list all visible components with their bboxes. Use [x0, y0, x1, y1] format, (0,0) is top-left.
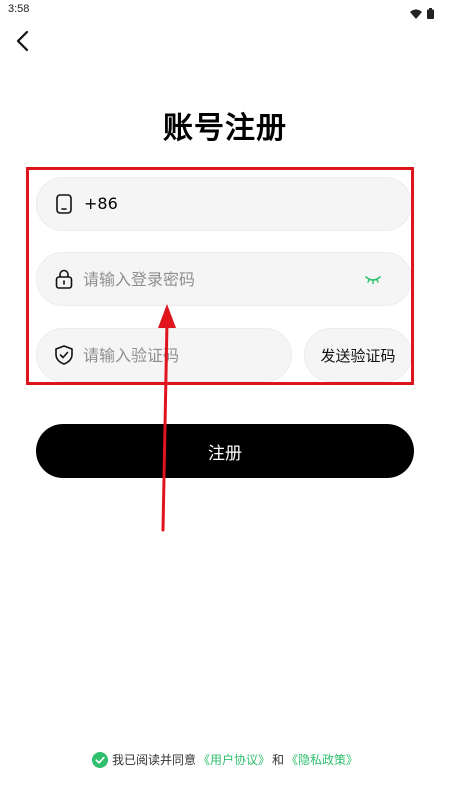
verification-code-field[interactable]: [36, 328, 292, 382]
phone-icon: [53, 193, 75, 215]
agreement: 我已阅读并同意 《用户协议》 和 《隐私政策》: [0, 751, 450, 768]
agreement-conjunction: 和: [272, 753, 285, 767]
register-button[interactable]: 注册: [36, 424, 414, 478]
status-time: 3:58: [8, 3, 30, 15]
shield-icon: [53, 344, 75, 366]
phone-field[interactable]: +86: [36, 177, 412, 231]
wifi-icon: [410, 4, 422, 23]
user-agreement-link[interactable]: 《用户协议》: [198, 751, 270, 768]
status-bar: 3:58: [0, 0, 450, 20]
chevron-left-icon: [15, 30, 31, 56]
check-circle-icon[interactable]: [91, 751, 108, 768]
send-code-button[interactable]: 发送验证码: [304, 328, 412, 382]
password-field[interactable]: [36, 252, 412, 306]
eye-closed-icon[interactable]: [363, 271, 383, 287]
verification-code-input[interactable]: [83, 342, 273, 368]
password-input[interactable]: [83, 266, 343, 292]
privacy-policy-link[interactable]: 《隐私政策》: [286, 751, 358, 768]
country-code[interactable]: +86: [84, 194, 118, 213]
battery-icon: [427, 4, 434, 23]
status-icons: [410, 4, 434, 23]
page-title: 账号注册: [163, 111, 287, 146]
lock-icon: [53, 268, 75, 290]
back-button[interactable]: [10, 30, 36, 56]
agreement-prefix: 我已阅读并同意: [111, 753, 196, 767]
